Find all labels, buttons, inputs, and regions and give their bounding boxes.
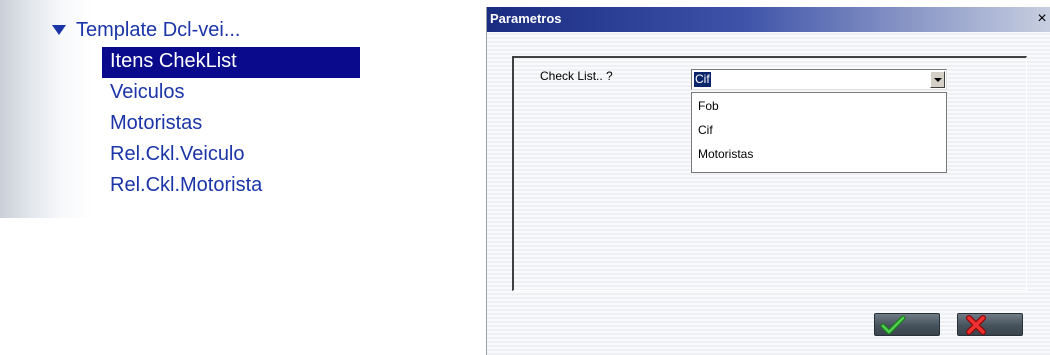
dropdown-option-motoristas[interactable]: Motoristas — [692, 145, 946, 169]
dialog-titlebar[interactable]: Parametros × — [487, 7, 1050, 32]
dropdown-list: Fob Cif Motoristas — [691, 92, 947, 173]
expand-arrow-icon[interactable] — [52, 25, 66, 35]
x-icon — [966, 315, 986, 335]
confirm-button[interactable] — [874, 313, 940, 336]
tree-root-label: Template Dcl-vei... — [76, 18, 241, 41]
close-button[interactable]: × — [1033, 9, 1050, 29]
tree-item-rel-ckl-veiculo[interactable]: Rel.Ckl.Veiculo — [102, 140, 360, 171]
dropdown-option-fob[interactable]: Fob — [692, 97, 946, 121]
tree-item-rel-ckl-motorista[interactable]: Rel.Ckl.Motorista — [102, 171, 360, 202]
dropdown-option-cif[interactable]: Cif — [692, 121, 946, 145]
check-list-label: Check List.. ? — [540, 69, 613, 83]
tree-item-motoristas[interactable]: Motoristas — [102, 109, 360, 140]
tree-item-itens-checklist[interactable]: Itens ChekList — [102, 47, 360, 78]
cancel-button[interactable] — [957, 313, 1023, 336]
parametros-dialog: Parametros × Check List.. ? Cif Fob Cif … — [486, 7, 1050, 355]
tree-item-veiculos[interactable]: Veiculos — [102, 78, 360, 109]
chevron-down-icon[interactable] — [930, 71, 945, 88]
checkmark-icon — [880, 315, 906, 335]
dialog-title: Parametros — [490, 11, 562, 26]
check-list-select[interactable]: Cif — [691, 69, 947, 90]
select-current-value: Cif — [694, 72, 711, 87]
tree-children: Itens ChekList Veiculos Motoristas Rel.C… — [102, 47, 360, 202]
tree-root-node[interactable]: Template Dcl-vei... — [52, 17, 241, 43]
tree-panel: Template Dcl-vei... Itens ChekList Veicu… — [0, 0, 392, 218]
